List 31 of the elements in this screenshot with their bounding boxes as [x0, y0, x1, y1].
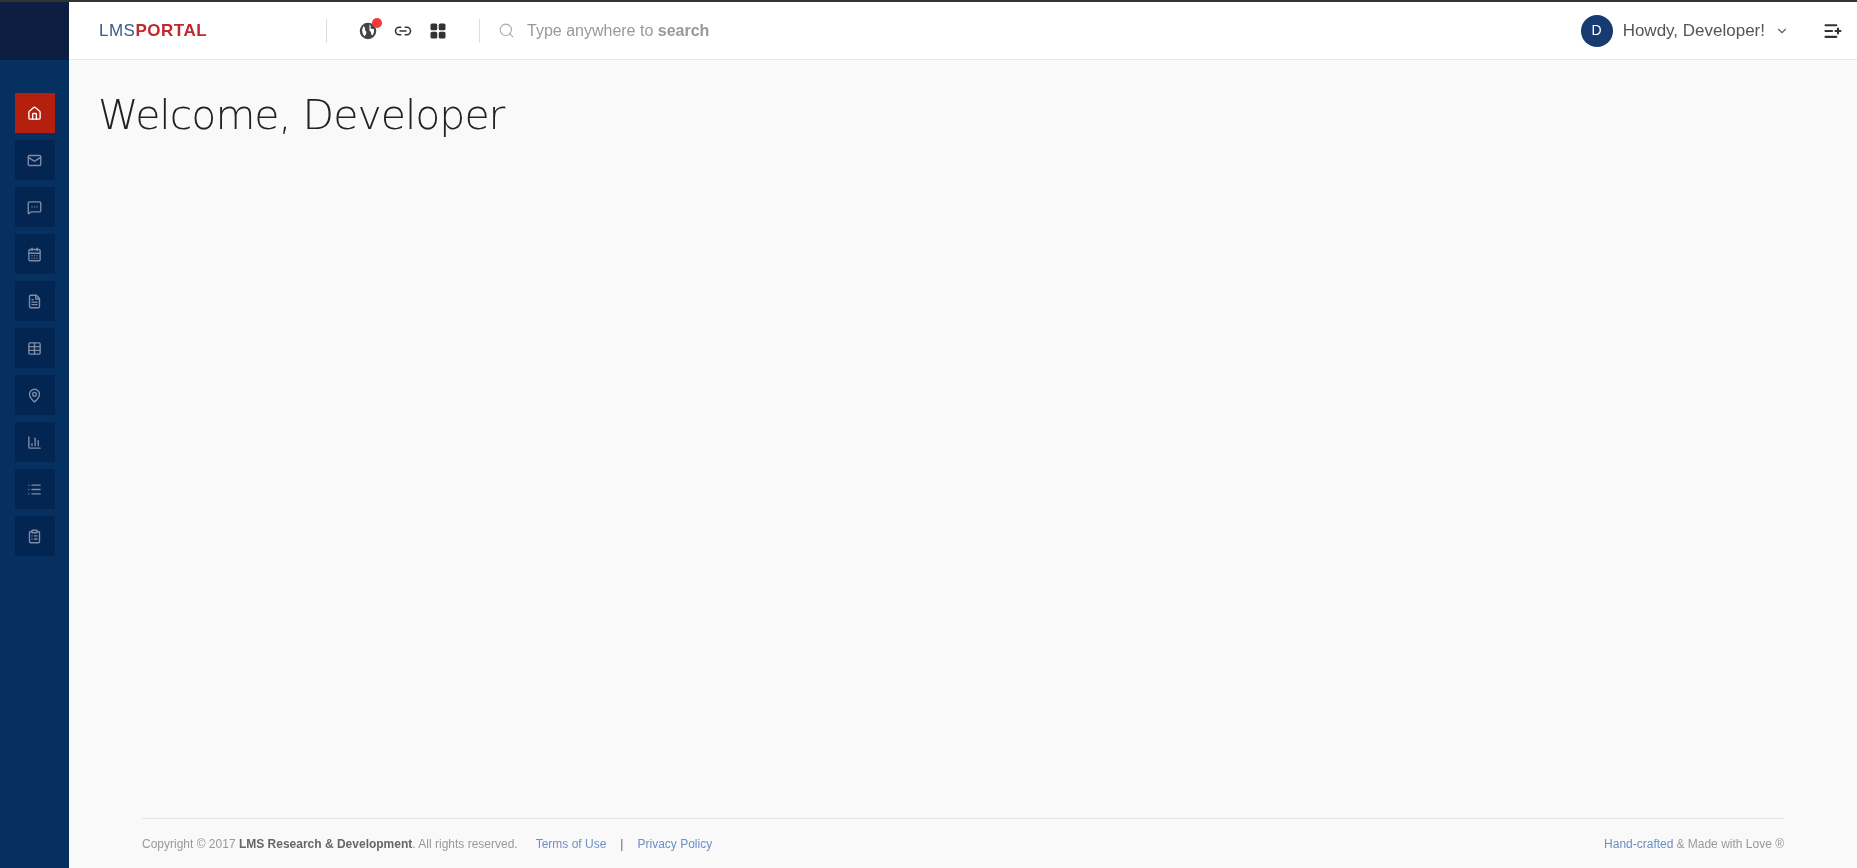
user-greeting: Howdy, Developer! — [1622, 19, 1765, 42]
home-icon — [27, 105, 42, 121]
calendar-icon — [27, 246, 42, 262]
clipboard-icon — [27, 528, 42, 544]
mail-icon — [27, 152, 42, 168]
user-menu[interactable]: D Howdy, Developer! — [1580, 14, 1789, 47]
page-title: Welcome, Developer — [98, 90, 507, 141]
sidebar-item[interactable] — [14, 234, 55, 274]
grid-icon[interactable] — [429, 21, 447, 40]
logo[interactable]: LMSPORTAL — [99, 17, 326, 44]
table-icon — [27, 340, 42, 356]
bar-chart-icon — [27, 434, 42, 450]
user-avatar: D — [1580, 14, 1613, 47]
search-icon — [498, 22, 515, 39]
list-icon — [27, 481, 42, 497]
footer-link[interactable]: Terms of Use — [535, 834, 607, 853]
sidebar-header — [0, 2, 69, 60]
search-field[interactable]: Type anywhere to search — [498, 18, 710, 43]
map-pin-icon — [27, 387, 42, 403]
footer-link[interactable]: Privacy Policy — [637, 834, 713, 853]
sidebar-item[interactable] — [14, 516, 55, 556]
sidebar-item[interactable] — [14, 281, 55, 321]
sidebar-item[interactable] — [14, 328, 55, 368]
credit-text: & Made with Love ® — [1676, 835, 1784, 853]
sidebar-item[interactable] — [14, 93, 55, 133]
sidebar-item[interactable] — [14, 140, 55, 180]
document-icon — [27, 293, 42, 309]
copyright-text: Copyright © 2017 LMS Research & Development. All rights reserved. — [142, 835, 518, 853]
chat-icon — [27, 199, 42, 215]
separator: | — [620, 835, 624, 853]
credit-link[interactable]: Hand-crafted — [1604, 834, 1674, 853]
